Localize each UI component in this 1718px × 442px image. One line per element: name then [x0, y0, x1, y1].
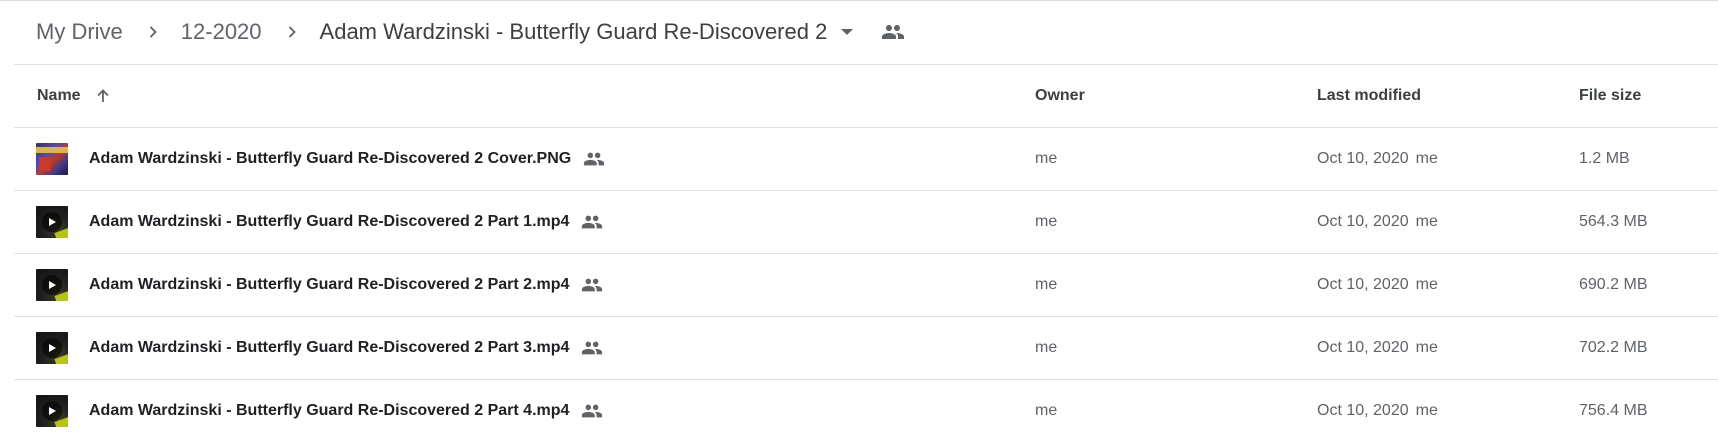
breadcrumb-current-folder[interactable]: Adam Wardzinski - Butterfly Guard Re-Dis… [320, 15, 828, 49]
file-name: Adam Wardzinski - Butterfly Guard Re-Dis… [89, 402, 570, 419]
file-name-cell: Adam Wardzinski - Butterfly Guard Re-Dis… [36, 254, 603, 316]
breadcrumb: My Drive 12-2020 Adam Wardzinski - Butte… [36, 14, 907, 50]
file-name-cell: Adam Wardzinski - Butterfly Guard Re-Dis… [36, 380, 603, 442]
owner-cell: me [1035, 150, 1058, 167]
people-icon [581, 400, 603, 422]
column-header-owner[interactable]: Owner [1035, 65, 1085, 127]
modified-date: Oct 10, 2020 [1317, 339, 1409, 356]
image-thumbnail-icon [36, 143, 68, 175]
modified-date: Oct 10, 2020 [1317, 150, 1409, 167]
owner-cell: me [1035, 402, 1058, 419]
file-size-cell: 564.3 MB [1579, 213, 1648, 230]
column-header-last-modified[interactable]: Last modified [1317, 65, 1421, 127]
top-border [0, 0, 1718, 1]
last-modified-cell: Oct 10, 2020 me [1317, 317, 1438, 379]
breadcrumb-my-drive[interactable]: My Drive [36, 15, 123, 49]
people-icon [581, 211, 603, 233]
owner-cell: me [1035, 213, 1058, 230]
file-name: Adam Wardzinski - Butterfly Guard Re-Dis… [89, 150, 572, 167]
modified-by: me [1415, 150, 1438, 167]
arrow-drop-down-icon[interactable] [835, 20, 859, 44]
modified-date: Oct 10, 2020 [1317, 276, 1409, 293]
file-size-cell: 756.4 MB [1579, 402, 1648, 419]
last-modified-cell: Oct 10, 2020 me [1317, 254, 1438, 316]
table-header: Name Owner Last modified File size [14, 65, 1718, 128]
play-icon [42, 212, 62, 232]
column-header-file-size[interactable]: File size [1579, 65, 1641, 127]
people-icon [583, 148, 605, 170]
people-icon [581, 274, 603, 296]
people-icon [581, 337, 603, 359]
video-thumbnail-icon [36, 395, 68, 427]
column-header-name[interactable]: Name [37, 65, 113, 127]
file-list: Adam Wardzinski - Butterfly Guard Re-Dis… [14, 128, 1718, 442]
table-row[interactable]: Adam Wardzinski - Butterfly Guard Re-Dis… [14, 317, 1718, 380]
play-icon [42, 338, 62, 358]
column-header-name-label: Name [37, 87, 81, 104]
file-name-cell: Adam Wardzinski - Butterfly Guard Re-Dis… [36, 317, 603, 379]
video-thumbnail-icon [36, 206, 68, 238]
last-modified-cell: Oct 10, 2020 me [1317, 380, 1438, 442]
file-name: Adam Wardzinski - Butterfly Guard Re-Dis… [89, 276, 570, 293]
file-size-cell: 1.2 MB [1579, 150, 1630, 167]
modified-by: me [1415, 213, 1438, 230]
breadcrumb-folder-12-2020[interactable]: 12-2020 [181, 15, 262, 49]
video-thumbnail-icon [36, 269, 68, 301]
last-modified-cell: Oct 10, 2020 me [1317, 191, 1438, 253]
modified-by: me [1415, 339, 1438, 356]
file-size-cell: 702.2 MB [1579, 339, 1648, 356]
modified-by: me [1415, 276, 1438, 293]
table-row[interactable]: Adam Wardzinski - Butterfly Guard Re-Dis… [14, 128, 1718, 191]
chevron-right-icon [286, 26, 298, 38]
arrow-upward-icon[interactable] [93, 86, 113, 106]
modified-by: me [1415, 402, 1438, 419]
people-icon[interactable] [879, 18, 907, 46]
file-name: Adam Wardzinski - Butterfly Guard Re-Dis… [89, 339, 570, 356]
modified-date: Oct 10, 2020 [1317, 402, 1409, 419]
table-row[interactable]: Adam Wardzinski - Butterfly Guard Re-Dis… [14, 191, 1718, 254]
file-name-cell: Adam Wardzinski - Butterfly Guard Re-Dis… [36, 128, 605, 190]
play-icon [42, 401, 62, 421]
video-thumbnail-icon [36, 332, 68, 364]
last-modified-cell: Oct 10, 2020 me [1317, 128, 1438, 190]
chevron-right-icon [147, 26, 159, 38]
owner-cell: me [1035, 339, 1058, 356]
play-icon [42, 275, 62, 295]
table-row[interactable]: Adam Wardzinski - Butterfly Guard Re-Dis… [14, 380, 1718, 442]
table-row[interactable]: Adam Wardzinski - Butterfly Guard Re-Dis… [14, 254, 1718, 317]
file-size-cell: 690.2 MB [1579, 276, 1648, 293]
modified-date: Oct 10, 2020 [1317, 213, 1409, 230]
owner-cell: me [1035, 276, 1058, 293]
file-name: Adam Wardzinski - Butterfly Guard Re-Dis… [89, 213, 570, 230]
file-name-cell: Adam Wardzinski - Butterfly Guard Re-Dis… [36, 191, 603, 253]
